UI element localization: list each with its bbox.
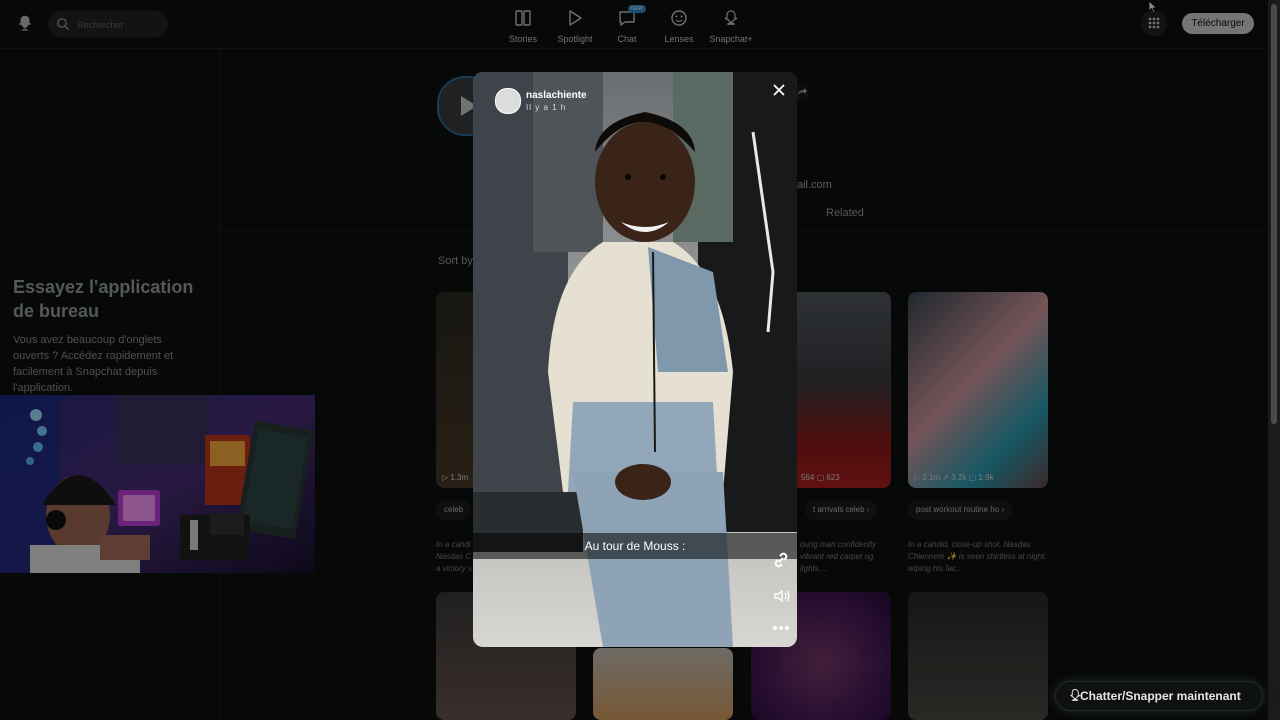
more-options-icon[interactable] (771, 624, 791, 632)
chat-snap-now-button[interactable]: Chatter/Snapper maintenant (1056, 682, 1262, 710)
viewer-avatar[interactable] (495, 88, 521, 114)
story-caption: Au tour de Mouss : (584, 539, 686, 553)
story-viewer[interactable]: naslachiente Il y a 1 h Au tour de Mouss… (473, 72, 797, 647)
story-caption-bar: Au tour de Mouss : (473, 533, 797, 559)
scrollbar-thumb[interactable] (1271, 4, 1277, 424)
viewer-timestamp: Il y a 1 h (526, 103, 567, 112)
snapchat-ghost-icon (1070, 688, 1081, 701)
viewer-username[interactable]: naslachiente (526, 90, 587, 101)
sound-icon[interactable] (773, 588, 791, 604)
close-icon[interactable] (771, 82, 787, 98)
link-icon[interactable] (771, 550, 791, 570)
story-image (473, 72, 797, 647)
